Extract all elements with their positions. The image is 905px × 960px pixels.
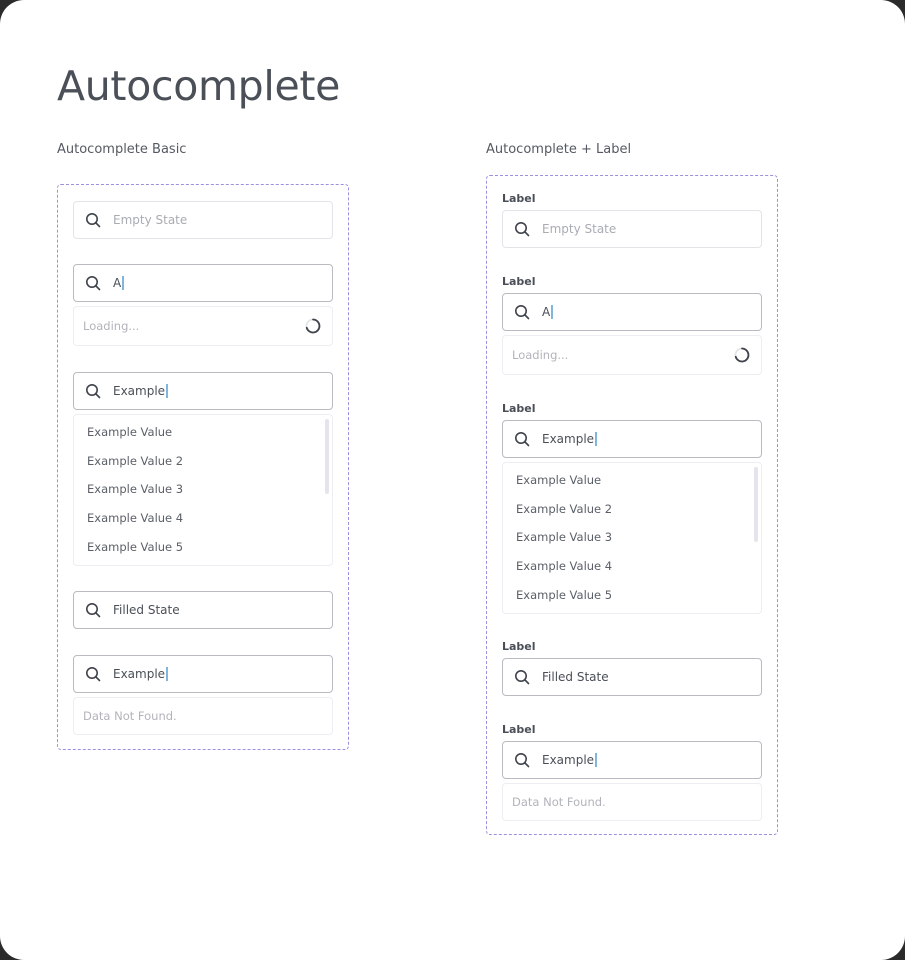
option-item[interactable]: Example Value (74, 418, 332, 447)
autocomplete-empty-input[interactable]: Empty State (73, 201, 333, 239)
search-icon (85, 602, 101, 618)
options-dropdown: Example Value Example Value 2 Example Va… (73, 414, 333, 566)
autocomplete-notfound-input[interactable]: Example (502, 741, 762, 779)
input-value: Example (542, 753, 595, 767)
option-item[interactable]: Example Value 3 (74, 475, 332, 504)
text-caret (122, 276, 124, 290)
autocomplete-filled-input[interactable]: Filled State (73, 591, 333, 629)
not-found-message: Data Not Found. (73, 697, 333, 735)
option-item[interactable]: Example Value 5 (503, 580, 761, 609)
input-placeholder: Empty State (542, 222, 617, 236)
search-icon (514, 752, 530, 768)
search-icon (85, 666, 101, 682)
page: Autocomplete Autocomplete Basic Empty St… (0, 0, 905, 960)
search-icon (514, 304, 530, 320)
autocomplete-loading-input[interactable]: A (73, 264, 333, 302)
input-value: Example (113, 667, 166, 681)
option-item[interactable]: Example Value 4 (74, 504, 332, 533)
autocomplete-label-frame: Label Empty State Label A Loading... Lab… (486, 175, 778, 835)
loading-text: Loading... (512, 348, 569, 362)
loading-dropdown: Loading... (502, 335, 762, 375)
field-label: Label (502, 275, 536, 288)
loading-spinner-icon (305, 318, 321, 334)
page-title: Autocomplete (57, 62, 341, 110)
autocomplete-filled-input[interactable]: Filled State (502, 658, 762, 696)
loading-dropdown: Loading... (73, 306, 333, 346)
input-value: Filled State (113, 603, 180, 617)
option-item[interactable]: Example Value 4 (503, 552, 761, 581)
field-label: Label (502, 640, 536, 653)
search-icon (514, 669, 530, 685)
input-value: Example (113, 384, 166, 398)
text-caret (551, 305, 553, 319)
text-caret (595, 753, 597, 767)
autocomplete-results-input[interactable]: Example (502, 420, 762, 458)
search-icon (514, 431, 530, 447)
loading-spinner-icon (734, 347, 750, 363)
search-icon (514, 221, 530, 237)
input-value: Filled State (542, 670, 609, 684)
scrollbar-thumb[interactable] (754, 467, 758, 542)
option-item[interactable]: Example Value 5 (74, 532, 332, 561)
input-placeholder: Empty State (113, 213, 188, 227)
autocomplete-basic-frame: Empty State A Loading... Example Example… (57, 184, 349, 750)
autocomplete-results-input[interactable]: Example (73, 372, 333, 410)
search-icon (85, 383, 101, 399)
field-label: Label (502, 192, 536, 205)
input-value: A (113, 276, 122, 290)
search-icon (85, 275, 101, 291)
loading-text: Loading... (83, 319, 140, 333)
section-title-labeled: Autocomplete + Label (486, 142, 632, 157)
text-caret (595, 432, 597, 446)
options-dropdown: Example Value Example Value 2 Example Va… (502, 462, 762, 614)
option-item[interactable]: Example Value (503, 466, 761, 495)
input-value: A (542, 305, 551, 319)
autocomplete-empty-input[interactable]: Empty State (502, 210, 762, 248)
text-caret (166, 667, 168, 681)
autocomplete-notfound-input[interactable]: Example (73, 655, 333, 693)
option-item[interactable]: Example Value 2 (74, 447, 332, 476)
text-caret (166, 384, 168, 398)
option-item[interactable]: Example Value 2 (503, 495, 761, 524)
input-value: Example (542, 432, 595, 446)
field-label: Label (502, 723, 536, 736)
field-label: Label (502, 402, 536, 415)
section-title-basic: Autocomplete Basic (57, 142, 187, 157)
search-icon (85, 212, 101, 228)
not-found-message: Data Not Found. (502, 783, 762, 821)
option-item[interactable]: Example Value 3 (503, 523, 761, 552)
autocomplete-loading-input[interactable]: A (502, 293, 762, 331)
scrollbar-thumb[interactable] (325, 419, 329, 494)
